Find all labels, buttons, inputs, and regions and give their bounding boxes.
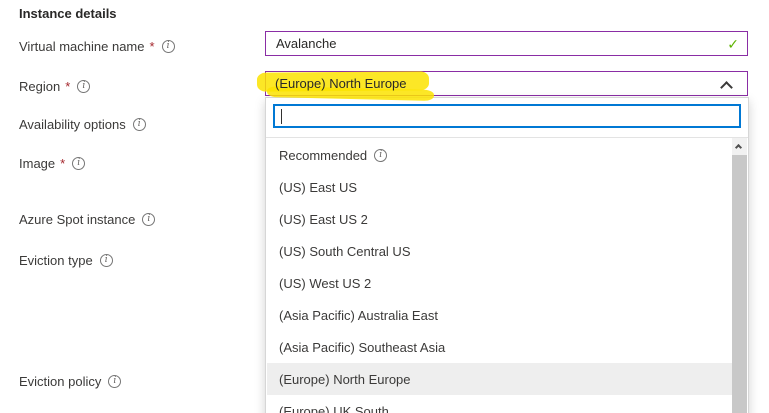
image-label-row: Image * i	[19, 155, 85, 171]
eviction-policy-label-row: Eviction policy i	[19, 373, 121, 389]
valid-check-icon: ✓	[727, 36, 739, 52]
availability-options-label: Availability options	[19, 117, 126, 132]
info-icon[interactable]: i	[162, 40, 175, 53]
info-icon[interactable]: i	[108, 375, 121, 388]
region-option[interactable]: (Asia Pacific) Australia East	[267, 299, 733, 331]
region-label: Region	[19, 79, 60, 94]
chevron-up-icon[interactable]	[720, 81, 733, 94]
info-icon[interactable]: i	[77, 80, 90, 93]
eviction-policy-label: Eviction policy	[19, 374, 101, 389]
info-icon[interactable]: i	[142, 213, 155, 226]
info-icon[interactable]: i	[374, 149, 387, 162]
text-caret	[281, 109, 282, 124]
scrollbar-up-arrow-icon	[735, 144, 742, 151]
region-option[interactable]: (US) South Central US	[267, 235, 733, 267]
region-label-row: Region * i	[19, 78, 90, 94]
required-asterisk: *	[60, 156, 65, 171]
region-option[interactable]: (US) West US 2	[267, 267, 733, 299]
region-search-field[interactable]	[273, 104, 741, 128]
group-header-label: Recommended	[279, 148, 367, 163]
list-divider	[266, 137, 748, 138]
spot-label-row: Azure Spot instance i	[19, 211, 155, 227]
dropdown-scrollbar[interactable]	[732, 138, 747, 413]
region-option-selected[interactable]: (Europe) North Europe	[267, 363, 733, 395]
info-icon[interactable]: i	[133, 118, 146, 131]
info-icon[interactable]: i	[72, 157, 85, 170]
azure-spot-instance-label: Azure Spot instance	[19, 212, 135, 227]
required-asterisk: *	[150, 39, 155, 54]
eviction-type-label: Eviction type	[19, 253, 93, 268]
scrollbar-thumb[interactable]	[732, 155, 747, 413]
region-option[interactable]: (US) East US 2	[267, 203, 733, 235]
region-selected-value: (Europe) North Europe	[275, 76, 407, 91]
vm-name-label-row: Virtual machine name * i	[19, 38, 175, 54]
region-option[interactable]: (US) East US	[267, 171, 733, 203]
scrollbar-up-button[interactable]	[732, 138, 747, 154]
group-header-recommended: Recommended i	[267, 139, 733, 171]
availability-label-row: Availability options i	[19, 116, 146, 132]
region-option[interactable]: (Asia Pacific) Southeast Asia	[267, 331, 733, 363]
eviction-type-label-row: Eviction type i	[19, 252, 113, 268]
image-label: Image	[19, 156, 55, 171]
section-title: Instance details	[19, 6, 117, 21]
info-icon[interactable]: i	[100, 254, 113, 267]
vm-name-field: ✓	[265, 31, 748, 56]
region-dropdown-flyout: Recommended i (US) East US (US) East US …	[265, 97, 749, 413]
region-option[interactable]: (Europe) UK South	[267, 395, 733, 413]
instance-details-form: Instance details Virtual machine name * …	[0, 0, 769, 413]
vm-name-input[interactable]	[266, 32, 747, 55]
required-asterisk: *	[65, 79, 70, 94]
vm-name-label: Virtual machine name	[19, 39, 145, 54]
